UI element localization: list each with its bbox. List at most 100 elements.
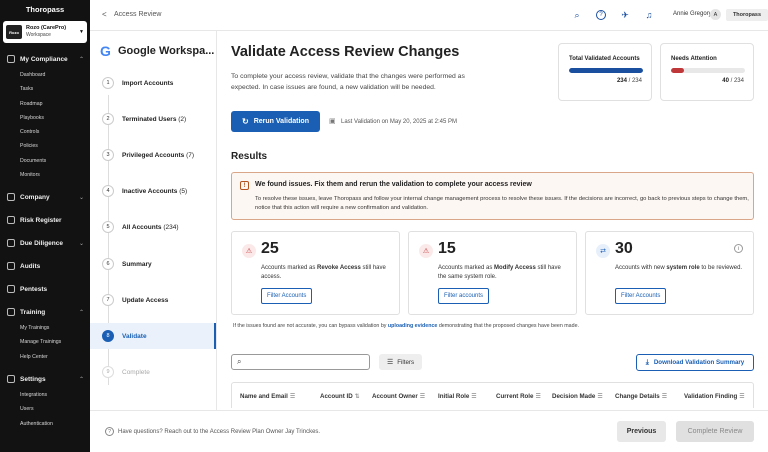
step-number: 8 (102, 330, 114, 342)
step-number: 3 (102, 149, 114, 161)
workspace-name: Rozo (CarePro) (26, 25, 67, 31)
page-intro: To complete your access review, validate… (231, 73, 465, 91)
stat-title: Needs Attention (671, 56, 717, 62)
step-update-access[interactable]: 7 Update Access (90, 287, 216, 313)
org-badge[interactable]: Thoropass (726, 9, 768, 21)
nav-audits-label: Audits (20, 262, 41, 270)
info-icon[interactable]: i (734, 244, 743, 253)
help-icon[interactable]: ? (596, 10, 606, 20)
rerun-validation-button[interactable]: ↻ Rerun Validation (231, 111, 320, 132)
nav-training[interactable]: Training ⌃ (0, 305, 90, 319)
column-validation-finding[interactable]: Validation Finding ☰ (684, 393, 745, 400)
nav-my-compliance[interactable]: My Compliance ⌃ (0, 52, 90, 66)
app-root: Thoropass Rozo Rozo (CarePro) Workspace … (0, 0, 768, 452)
nav-company-label: Company (20, 193, 50, 201)
step-validate[interactable]: 8 Validate (90, 323, 216, 349)
filter-accounts-button[interactable]: Filter accounts (438, 288, 490, 304)
filter-icon: ☰ (419, 393, 426, 400)
nav-audits[interactable]: Audits (0, 259, 90, 273)
step-number: 2 (102, 113, 114, 125)
steps-panel: G Google Workspa... 1 Import Accounts 2 … (90, 31, 217, 410)
filters-label: Filters (397, 358, 415, 366)
antenna-icon[interactable]: ✈ (620, 10, 630, 20)
stat-value: 234 / 234 (616, 78, 642, 84)
refresh-icon: ↻ (242, 117, 249, 126)
column-decision-made[interactable]: Decision Made ☰ (552, 393, 603, 400)
step-complete[interactable]: 9 Complete (90, 359, 216, 385)
progress-bar (671, 68, 745, 73)
step-import-accounts[interactable]: 1 Import Accounts (90, 70, 216, 96)
nav-dashboard[interactable]: Dashboard (20, 72, 45, 78)
help-icon: ? (105, 427, 114, 436)
column-change-details[interactable]: Change Details ☰ (615, 393, 667, 400)
nav-company[interactable]: Company ⌄ (0, 190, 90, 204)
nav-my-compliance-label: My Compliance (20, 55, 68, 63)
search-icon[interactable]: ⌕ (572, 10, 582, 20)
filter-lines-icon: ☰ (386, 359, 394, 366)
workspace-switcher[interactable]: Rozo Rozo (CarePro) Workspace ▼ (3, 21, 87, 43)
back-arrow-icon[interactable]: < (102, 10, 107, 19)
nav-documents[interactable]: Documents (20, 158, 46, 164)
step-all-accounts[interactable]: 5 All Accounts (234) (90, 214, 216, 240)
step-number: 9 (102, 366, 114, 378)
sort-icon: ⇅ (354, 393, 360, 400)
nav-monitors[interactable]: Monitors (20, 172, 40, 178)
alert-body: To resolve these issues, leave Thoropass… (255, 196, 749, 211)
filter-accounts-button[interactable]: Filter Accounts (615, 288, 667, 304)
user-name[interactable]: Annie Gregory (673, 11, 712, 17)
stat-total-validated: Total Validated Accounts 234 / 234 (558, 43, 652, 101)
nav-training-label: Training (20, 308, 46, 316)
avatar[interactable]: A (710, 9, 721, 20)
search-input[interactable]: ⌕ (231, 354, 370, 370)
nav-pentests-label: Pentests (20, 285, 48, 293)
progress-fill (569, 68, 643, 73)
nav-due-diligence[interactable]: Due Diligence ⌄ (0, 236, 90, 250)
stat-value: 40 / 234 (722, 78, 744, 84)
warning-icon: ⚠ (242, 244, 256, 258)
nav-policies[interactable]: Policies (20, 143, 38, 149)
step-label: Summary (122, 260, 152, 268)
uploading-evidence-link[interactable]: uploading evidence (388, 323, 437, 329)
footer-bar: ? Have questions? Reach out to the Acces… (90, 410, 768, 452)
filters-button[interactable]: ☰ Filters (379, 354, 422, 370)
nav-authentication[interactable]: Authentication (20, 421, 53, 427)
nav-roadmap[interactable]: Roadmap (20, 101, 43, 107)
complete-review-button[interactable]: Complete Review (676, 421, 754, 442)
download-validation-summary-button[interactable]: ⤓ Download Validation Summary (636, 354, 754, 371)
step-label: Import Accounts (122, 79, 174, 87)
nav-integrations[interactable]: Integrations (20, 392, 47, 398)
nav-risk-register[interactable]: Risk Register (0, 213, 90, 227)
workspace-logo: Rozo (6, 25, 22, 39)
step-number: 7 (102, 294, 114, 306)
nav-manage-trainings[interactable]: Manage Trainings (20, 339, 61, 345)
download-icon: ⤓ (645, 358, 649, 366)
bell-icon[interactable]: ♫ (644, 10, 654, 20)
step-number: 6 (102, 258, 114, 270)
step-terminated-users[interactable]: 2 Terminated Users (2) (90, 106, 216, 132)
nav-controls[interactable]: Controls (20, 129, 39, 135)
download-label: Download Validation Summary (653, 359, 745, 366)
nav-playbooks[interactable]: Playbooks (20, 115, 44, 121)
breadcrumb[interactable]: Access Review (114, 11, 161, 18)
step-summary[interactable]: 6 Summary (90, 251, 216, 277)
step-inactive-accounts[interactable]: 4 Inactive Accounts (5) (90, 178, 216, 204)
building-icon (7, 193, 15, 201)
column-initial-role[interactable]: Initial Role ☰ (438, 393, 477, 400)
nav-tasks[interactable]: Tasks (20, 86, 33, 92)
step-privileged-accounts[interactable]: 3 Privileged Accounts (7) (90, 142, 216, 168)
column-current-role[interactable]: Current Role ☰ (496, 393, 541, 400)
nav-my-trainings[interactable]: My Trainings (20, 325, 49, 331)
chevron-up-icon: ⌃ (78, 309, 84, 316)
rerun-validation-label: Rerun Validation (253, 118, 309, 125)
nav-settings[interactable]: Settings ⌃ (0, 372, 90, 386)
previous-button[interactable]: Previous (617, 421, 666, 442)
nav-users[interactable]: Users (20, 406, 34, 412)
column-name-email[interactable]: Name and Email ☰ (240, 393, 295, 400)
sidebar: Thoropass Rozo Rozo (CarePro) Workspace … (0, 0, 90, 452)
filter-accounts-button[interactable]: Filter Accounts (261, 288, 313, 304)
filter-icon: ☰ (597, 393, 603, 400)
nav-pentests[interactable]: Pentests (0, 282, 90, 296)
nav-help-center[interactable]: Help Center (20, 354, 48, 360)
column-account-id[interactable]: Account ID ⇅ (320, 393, 360, 400)
column-account-owner[interactable]: Account Owner ☰ (372, 393, 425, 400)
